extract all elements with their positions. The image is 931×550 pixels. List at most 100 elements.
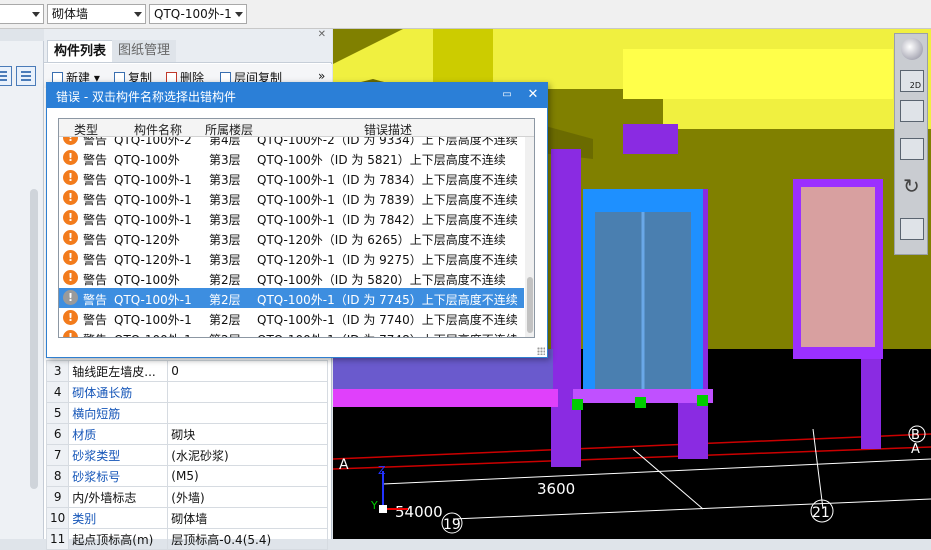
component-type-value: 砌体墙 (52, 7, 89, 21)
property-index: 8 (45, 465, 70, 487)
component-name-value: QTQ-100外-1 (154, 7, 232, 21)
column-cap (623, 124, 678, 154)
component-name-combo[interactable]: QTQ-100外-1 (149, 4, 247, 24)
error-row[interactable]: ! 警告 QTQ-100外 第2层 QTQ-100外（ID 为 5820）上下层高度不连… (59, 268, 524, 288)
error-component-name[interactable]: QTQ-100外 (114, 151, 180, 168)
axis-label-21: 21 (812, 505, 830, 521)
view-3d-cube-icon[interactable] (900, 100, 924, 122)
property-value[interactable]: (M5) (167, 465, 328, 487)
error-component-name[interactable]: QTQ-100外-1 (114, 311, 192, 328)
property-row[interactable]: 11 起点顶标高(m) 层顶标高-0.4(5.4) (45, 528, 328, 550)
property-value[interactable] (167, 402, 328, 424)
error-description: QTQ-120外-1（ID 为 9275）上下层高度不连续 (257, 253, 518, 267)
close-icon[interactable]: ✕ (525, 87, 541, 103)
property-value[interactable]: 砌体墙 (167, 507, 328, 529)
grid-settings-icon[interactable] (900, 218, 924, 240)
orbit-icon[interactable] (901, 38, 923, 60)
property-index: 5 (45, 402, 70, 424)
error-floor: 第3层 (209, 253, 241, 267)
grip-point[interactable] (697, 395, 708, 406)
error-component-name[interactable]: QTQ-100外 (114, 271, 180, 288)
error-component-name[interactable]: QTQ-100外-1 (114, 191, 192, 208)
error-description: QTQ-100外-1（ID 为 7839）上下层高度不连续 (257, 193, 518, 207)
column-name[interactable]: 构件名称 (134, 121, 182, 138)
property-row[interactable]: 8 砂浆标号 (M5) (45, 465, 328, 487)
property-index: 11 (45, 528, 70, 550)
list-scrollbar[interactable] (525, 137, 534, 337)
property-index: 9 (45, 486, 70, 508)
property-row[interactable]: 9 内/外墙标志 (外墙) (45, 486, 328, 508)
warning-icon: ! (63, 270, 78, 285)
floor-slab-face (623, 49, 893, 99)
list-header: 类型 构件名称 所属楼层 错误描述 (59, 119, 534, 138)
error-description: QTQ-100外-1（ID 为 7834）上下层高度不连续 (257, 173, 518, 187)
dialog-title-bar[interactable]: 错误 - 双击构件名称选择出错构件 ▭ ✕ (47, 83, 547, 108)
property-row[interactable]: 6 材质 砌块 (45, 423, 328, 445)
view-nav-toolbar: 2D ↻ (894, 33, 928, 255)
property-index: 3 (45, 360, 70, 382)
top-toolbar: 砌体墙 QTQ-100外-1 (0, 0, 931, 29)
property-name: 轴线距左墙皮... (68, 360, 169, 382)
chevron-down-icon (32, 12, 40, 17)
error-component-name[interactable]: QTQ-120外 (114, 231, 180, 248)
grip-point[interactable] (572, 399, 583, 410)
error-component-name[interactable]: QTQ-100外-1 (114, 331, 192, 337)
rotate-icon[interactable]: ↻ (903, 174, 920, 198)
grid-view-icon[interactable] (16, 66, 36, 86)
property-value[interactable] (167, 381, 328, 403)
right-window-glass (801, 187, 875, 347)
grip-point[interactable] (635, 397, 646, 408)
error-row[interactable]: ! 警告 QTQ-100外-1 第3层 QTQ-100外-1（ID 为 7839）上下层… (59, 188, 524, 208)
warning-icon: ! (63, 230, 78, 245)
slab-edge (433, 29, 493, 89)
property-row[interactable]: 7 砂浆类型 (水泥砂浆) (45, 444, 328, 466)
error-row[interactable]: ! 警告 QTQ-100外 第3层 QTQ-100外（ID 为 5821）上下层高度不连… (59, 148, 524, 168)
error-floor: 第2层 (209, 331, 241, 337)
column-description[interactable]: 错误描述 (364, 121, 412, 138)
more-tools-icon[interactable]: » (318, 69, 325, 83)
property-row[interactable]: 5 横向短筋 (45, 402, 328, 424)
tab-drawing-management[interactable]: 图纸管理 (112, 40, 177, 62)
property-row[interactable]: 4 砌体通长筋 (45, 381, 328, 403)
floor-combo[interactable] (0, 4, 44, 24)
property-row[interactable]: 3 轴线距左墙皮... 0 (45, 360, 328, 382)
error-row[interactable]: ! 警告 QTQ-100外-1 第3层 QTQ-100外-1（ID 为 7842）上下层… (59, 208, 524, 228)
list-view-icon[interactable] (0, 66, 12, 86)
axis-label-a-right: A (911, 442, 920, 457)
error-row[interactable]: ! 警告 QTQ-120外-1 第3层 QTQ-120外-1（ID 为 9275）上下层… (59, 248, 524, 268)
property-value[interactable]: 砌块 (167, 423, 328, 445)
property-value[interactable]: (外墙) (167, 486, 328, 508)
chevron-down-icon (235, 12, 243, 17)
axis-label-a: A (339, 457, 349, 473)
error-component-name[interactable]: QTQ-100外-1 (114, 211, 192, 228)
error-component-name[interactable]: QTQ-100外-1 (114, 291, 192, 308)
column-floor[interactable]: 所属楼层 (205, 121, 253, 138)
property-row[interactable]: 10 类别 砌体墙 (45, 507, 328, 529)
scrollbar-thumb[interactable] (527, 277, 533, 333)
property-value[interactable]: (水泥砂浆) (167, 444, 328, 466)
column-type[interactable]: 类型 (74, 121, 98, 138)
error-row[interactable]: ! 警告 QTQ-120外 第3层 QTQ-120外（ID 为 6265）上下层高度不连… (59, 228, 524, 248)
error-description: QTQ-100外-1（ID 为 7748）上下层高度不连续 (257, 331, 518, 337)
error-component-name[interactable]: QTQ-120外-1 (114, 251, 192, 268)
property-name: 砌体通长筋 (68, 381, 169, 403)
error-component-name[interactable]: QTQ-100外-1 (114, 171, 192, 188)
error-type: 警告 (83, 293, 108, 307)
left-scrollbar[interactable] (30, 189, 38, 489)
close-icon[interactable]: ✕ (318, 29, 326, 40)
error-type: 警告 (83, 173, 108, 187)
box-view-icon[interactable] (900, 138, 924, 160)
resize-grip-icon[interactable] (537, 347, 545, 355)
error-row[interactable]: ! 警告 QTQ-100外-1 第2层 QTQ-100外-1（ID 为 7745）上下层… (59, 288, 524, 308)
error-row[interactable]: ! 警告 QTQ-100外-1 第2层 QTQ-100外-1（ID 为 7748）上下层… (59, 328, 524, 337)
view-2d-button[interactable]: 2D (900, 70, 924, 92)
tab-component-list[interactable]: 构件列表 (47, 40, 114, 62)
error-list[interactable]: ! 警告 QTQ-100外-2 第4层 QTQ-100外-2（ID 为 9334）上下层… (58, 118, 535, 338)
error-row[interactable]: ! 警告 QTQ-100外-1 第2层 QTQ-100外-1（ID 为 7740）上下层… (59, 308, 524, 328)
property-value[interactable]: 0 (167, 360, 328, 382)
component-type-combo[interactable]: 砌体墙 (47, 4, 146, 24)
error-row[interactable]: ! 警告 QTQ-100外-1 第3层 QTQ-100外-1（ID 为 7834）上下层… (59, 168, 524, 188)
error-type: 警告 (83, 331, 107, 337)
property-value[interactable]: 层顶标高-0.4(5.4) (167, 528, 328, 550)
maximize-icon[interactable]: ▭ (499, 87, 515, 103)
